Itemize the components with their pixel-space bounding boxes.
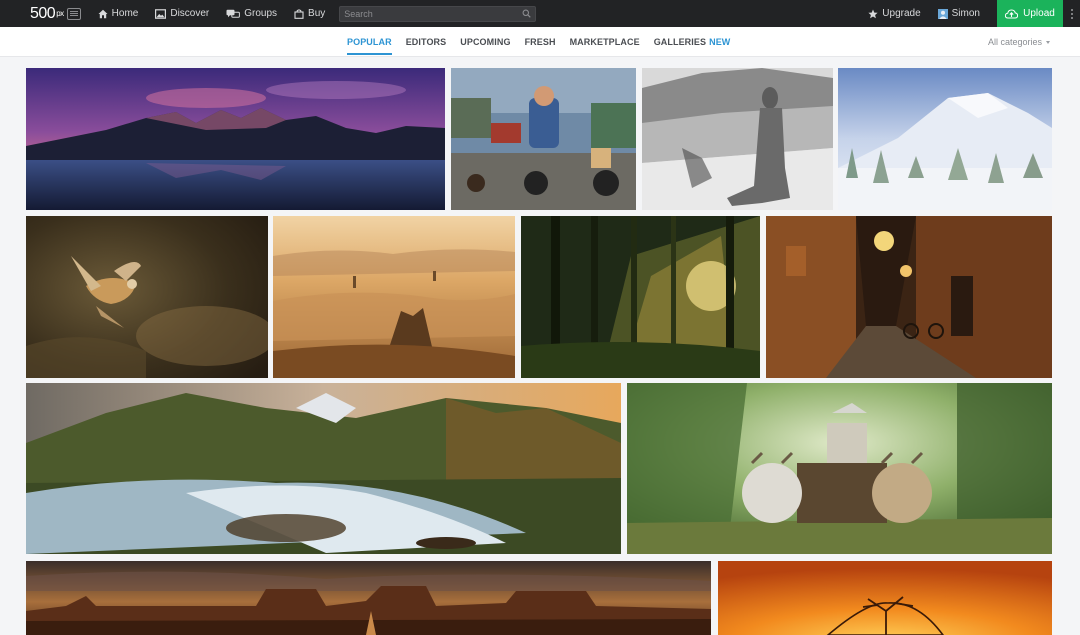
cloud-upload-icon [1005, 8, 1019, 18]
gallery-tab-bar: POPULAR EDITORS UPCOMING FRESH MARKETPLA… [0, 27, 1080, 57]
avatar [937, 8, 948, 19]
desert-buttes-photo [26, 561, 711, 635]
nav-home[interactable]: Home [98, 8, 139, 19]
tab-upcoming[interactable]: UPCOMING [460, 27, 510, 57]
search-box[interactable] [339, 5, 537, 22]
nav-groups[interactable]: Groups [226, 8, 277, 19]
search-input[interactable] [344, 8, 523, 19]
photo-tile[interactable] [627, 383, 1052, 554]
tab-marketplace[interactable]: MARKETPLACE [570, 27, 640, 57]
chevron-down-icon [1046, 40, 1050, 44]
photo-tile[interactable] [521, 216, 760, 378]
bw-figure-dunes-photo [642, 68, 833, 210]
menu-icon[interactable] [66, 7, 81, 20]
forest-sunbeams-photo [521, 216, 760, 378]
home-icon [98, 9, 108, 18]
photo-tile[interactable] [451, 68, 636, 210]
bird-flight-photo [26, 216, 268, 378]
photo-tile[interactable] [26, 68, 445, 210]
site-logo[interactable]: 500 px [30, 5, 81, 23]
tab-editors-label: EDITORS [405, 37, 447, 47]
go-kart-photo [451, 68, 636, 210]
shopping-bag-icon [294, 8, 304, 19]
tab-marketplace-label: MARKETPLACE [569, 37, 640, 47]
new-badge: NEW [709, 37, 731, 47]
waterfall-valley-photo [26, 383, 621, 554]
photo-grid [0, 57, 1080, 635]
sunset-tree-photo [718, 561, 1052, 635]
tab-upcoming-label: UPCOMING [460, 37, 511, 47]
photo-tile[interactable] [26, 383, 621, 554]
tab-popular[interactable]: POPULAR [347, 27, 392, 57]
upload-button[interactable]: Upload [997, 0, 1063, 27]
photo-tile[interactable] [766, 216, 1052, 378]
logo-text: 500 [30, 4, 56, 22]
star-icon [868, 9, 878, 18]
photo-tile[interactable] [642, 68, 833, 210]
logo-superscript: px [56, 9, 64, 18]
nav-discover[interactable]: Discover [155, 8, 209, 19]
tab-fresh[interactable]: FRESH [525, 27, 556, 57]
category-dropdown[interactable]: All categories [988, 27, 1050, 57]
category-dropdown-value: All categories [987, 37, 1042, 47]
photo-tile[interactable] [26, 216, 268, 378]
top-navigation-bar: 500 px Home Discover Groups Buy Upgrade … [0, 0, 1080, 27]
night-alley-photo [766, 216, 1052, 378]
golden-hills-photo [273, 216, 515, 378]
nav-discover-label: Discover [170, 8, 210, 19]
user-name: Simon [951, 8, 980, 19]
nav-buy-label: Buy [308, 8, 326, 19]
photo-tile[interactable] [718, 561, 1052, 635]
tab-popular-label: POPULAR [347, 37, 392, 47]
more-options-icon[interactable] [1064, 0, 1080, 27]
feed-tabs: POPULAR EDITORS UPCOMING FRESH MARKETPLA… [347, 27, 744, 57]
upload-label: Upload [1023, 8, 1055, 19]
snowy-forest-photo [838, 68, 1052, 210]
photo-tile[interactable] [838, 68, 1052, 210]
tab-editors[interactable]: EDITORS [406, 27, 447, 57]
tab-galleries-label: GALLERIES [653, 37, 707, 47]
tab-fresh-label: FRESH [524, 37, 556, 47]
mountain-lake-photo [26, 68, 445, 210]
tab-galleries[interactable]: GALLERIES NEW [654, 27, 731, 57]
photo-tile[interactable] [273, 216, 515, 378]
chat-bubbles-icon [226, 9, 241, 18]
nav-home-label: Home [111, 8, 139, 19]
upgrade-label: Upgrade [882, 8, 921, 19]
nav-buy[interactable]: Buy [294, 8, 325, 19]
search-icon[interactable] [522, 9, 531, 18]
nav-groups-label: Groups [244, 8, 278, 19]
photo-tile[interactable] [26, 561, 711, 635]
upgrade-link[interactable]: Upgrade [868, 8, 921, 19]
picture-icon [155, 8, 167, 19]
ox-cart-forest-photo [627, 383, 1052, 554]
user-menu[interactable]: Simon [937, 8, 980, 19]
